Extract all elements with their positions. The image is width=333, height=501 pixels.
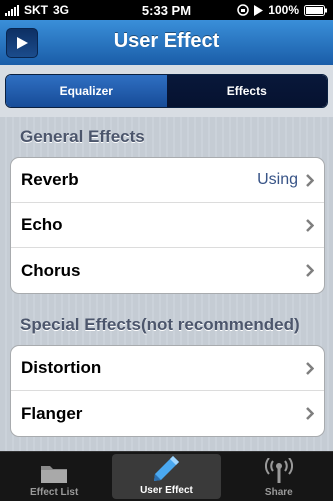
pen-icon [154,456,180,481]
row-label: Reverb [21,170,79,189]
row-reverb[interactable]: Reverb Using [11,158,324,203]
status-right: 100% [237,3,328,17]
battery-percent: 100% [268,3,299,17]
row-flanger[interactable]: Flanger [11,391,324,436]
row-value: Using [257,171,298,188]
battery-icon [304,4,327,16]
section-header-general: General Effects [20,127,145,146]
tab-share[interactable]: Share [225,452,333,501]
row-label: Distortion [21,358,102,377]
row-distortion[interactable]: Distortion [11,346,324,391]
tab-effect-list[interactable]: Effect List [0,452,108,501]
antenna-icon [264,458,293,483]
folder-icon [41,466,68,483]
page-title: User Effect [113,30,220,52]
chevron-right-icon [306,361,314,375]
chevron-right-icon [306,173,314,187]
row-label: Chorus [21,260,81,280]
row-label: Echo [21,215,63,234]
row-label: Flanger [21,403,83,423]
chevron-right-icon [306,264,314,277]
special-effects-group: Distortion Flanger [10,345,325,437]
status-bar: SKT 3G 5:33 PM 100% [0,0,333,20]
settings-list[interactable]: General Effects Reverb Using Echo Chorus… [0,117,333,451]
general-effects-group: Reverb Using Echo Chorus [10,157,325,294]
tab-bar: Effect List User Effect Share [0,451,333,501]
navigation-bar: User Effect [0,20,333,66]
row-echo[interactable]: Echo [11,203,324,248]
chevron-right-icon [306,218,314,232]
section-header-special: Special Effects(not recommended) [20,315,300,334]
chevron-right-icon [306,407,314,420]
tab-label: Share [264,487,293,498]
segmented-control: Equalizer Effects [5,74,328,108]
tab-label: User Effect [140,485,193,496]
tab-label: Effect List [29,487,79,498]
row-chorus[interactable]: Chorus [11,248,324,293]
segment-effects[interactable]: Effects [166,75,327,107]
rotation-lock-icon [237,4,250,16]
segment-equalizer[interactable]: Equalizer [6,75,167,107]
play-status-icon [254,4,264,16]
segment-bar: Equalizer Effects [0,65,333,117]
tab-user-effect[interactable]: User Effect [112,454,221,499]
